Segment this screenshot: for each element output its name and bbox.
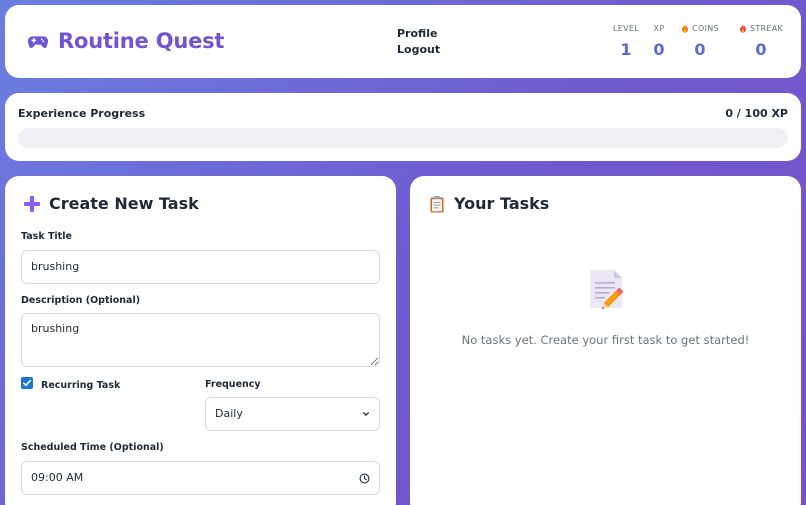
chevron-down-icon [362,412,370,416]
create-task-title: Create New Task [49,194,199,213]
scheduled-time-label: Scheduled Time (Optional) [21,442,164,453]
empty-state-text: No tasks yet. Create your first task to … [461,333,750,347]
brand[interactable]: Routine Quest [27,29,224,53]
app-title: Routine Quest [58,29,225,53]
progress-bar [18,128,788,148]
stat-coins: COINS 0 [677,23,723,59]
progress-label: Experience Progress [18,107,146,120]
description-textarea[interactable] [21,313,380,367]
memo-pencil-icon [590,270,624,309]
logout-link[interactable]: Logout [397,42,440,58]
plus-icon [24,195,40,212]
nav-links: Profile Logout [397,26,440,58]
profile-link[interactable]: Profile [397,26,440,42]
stat-level-value: 1 [620,40,632,59]
stat-coins-label: COINS [692,24,719,33]
stat-level-label: LEVEL [613,24,639,33]
experience-progress-card: Experience Progress 0 / 100 XP [5,93,801,161]
task-title-input[interactable]: brushing [21,250,380,284]
clock-icon[interactable] [359,473,370,484]
create-task-card: Create New Task Task Title brushing Desc… [5,176,396,505]
stat-streak-label: STREAK [749,24,784,33]
stat-coins-value: 0 [694,40,706,59]
stat-xp: XP 0 [645,23,673,59]
frequency-selected-value: Daily [215,407,243,420]
fire-icon [682,24,689,33]
description-label: Description (Optional) [21,295,141,306]
stat-level: LEVEL 1 [610,23,642,59]
task-title-label: Task Title [21,231,72,242]
fire-icon [739,24,746,33]
header-bar: Routine Quest Profile Logout LEVEL 1 XP … [5,5,801,78]
recurring-label[interactable]: Recurring Task [41,380,120,391]
scheduled-time-input[interactable]: 09:00 AM [21,461,380,495]
stat-streak: STREAK 0 [735,23,787,59]
your-tasks-card: Your Tasks No tasks yet. Create your fir… [410,176,801,505]
scheduled-time-value: 09:00 AM [31,471,84,484]
progress-value: 0 / 100 XP [725,107,788,120]
frequency-label: Frequency [205,379,261,390]
stat-streak-value: 0 [755,40,767,59]
stat-xp-label: XP [653,24,665,33]
clipboard-icon [430,195,444,212]
your-tasks-title: Your Tasks [454,194,550,213]
checkmark-icon [23,379,32,387]
recurring-checkbox[interactable] [21,377,33,389]
stat-xp-value: 0 [653,40,665,59]
frequency-select[interactable]: Daily [205,397,380,431]
gamepad-icon [27,36,49,48]
